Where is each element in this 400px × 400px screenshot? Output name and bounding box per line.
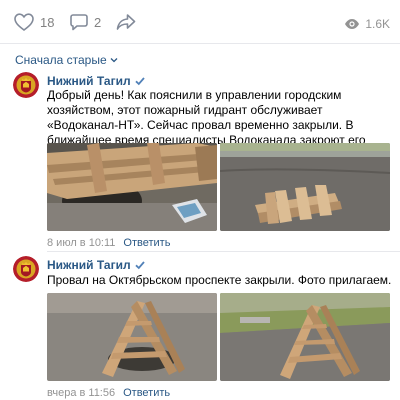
comment-photo[interactable] <box>220 143 390 231</box>
wooden-barrier-over-pit-photo <box>47 293 217 381</box>
city-emblem-icon <box>13 256 39 282</box>
like-count: 18 <box>40 14 55 30</box>
comment-photo[interactable] <box>47 143 217 231</box>
comment-photo[interactable] <box>220 293 390 381</box>
comment-time[interactable]: 8 июл в 10:11 <box>47 237 115 249</box>
heart-icon <box>14 13 34 31</box>
author-name: Нижний Тагил <box>47 74 131 88</box>
sort-label: Сначала старые <box>15 53 107 67</box>
wooden-barrier-near-grass-photo <box>220 293 390 381</box>
comment-button[interactable]: 2 <box>70 12 101 32</box>
reply-link[interactable]: Ответить <box>123 237 170 249</box>
comment-meta: 8 июл в 10:11 Ответить <box>47 237 170 249</box>
pallet-on-road-photo <box>220 143 390 231</box>
pallet-over-pit-photo <box>47 143 217 231</box>
views-count: 1.6K <box>365 17 390 31</box>
reply-link[interactable]: Ответить <box>123 387 170 399</box>
comment-text: Провал на Октябрьском проспекте закрыли.… <box>47 273 392 287</box>
share-button[interactable] <box>116 12 136 32</box>
comment-time[interactable]: вчера в 11:56 <box>47 387 115 399</box>
views-counter: 1.6K <box>344 14 390 34</box>
avatar[interactable] <box>13 256 39 282</box>
comment-author-link[interactable]: Нижний Тагил <box>47 258 145 272</box>
avatar[interactable] <box>13 72 39 98</box>
like-button[interactable]: 18 <box>14 12 54 32</box>
verified-check-icon <box>134 261 145 270</box>
comment-divider <box>47 251 400 252</box>
share-icon <box>116 14 136 30</box>
eye-icon <box>345 19 360 29</box>
comments-sort-dropdown[interactable]: Сначала старые <box>15 53 118 67</box>
comment-meta: вчера в 11:56 Ответить <box>47 387 170 399</box>
chevron-down-icon <box>110 58 118 63</box>
comment-author-link[interactable]: Нижний Тагил <box>47 74 145 88</box>
comment-photo[interactable] <box>47 293 217 381</box>
author-name: Нижний Тагил <box>47 258 131 272</box>
comment-count: 2 <box>94 14 102 30</box>
comment-icon <box>70 14 88 31</box>
post-actions-bar: 18 2 1.6K <box>0 0 400 44</box>
verified-check-icon <box>134 77 145 86</box>
city-emblem-icon <box>13 72 39 98</box>
